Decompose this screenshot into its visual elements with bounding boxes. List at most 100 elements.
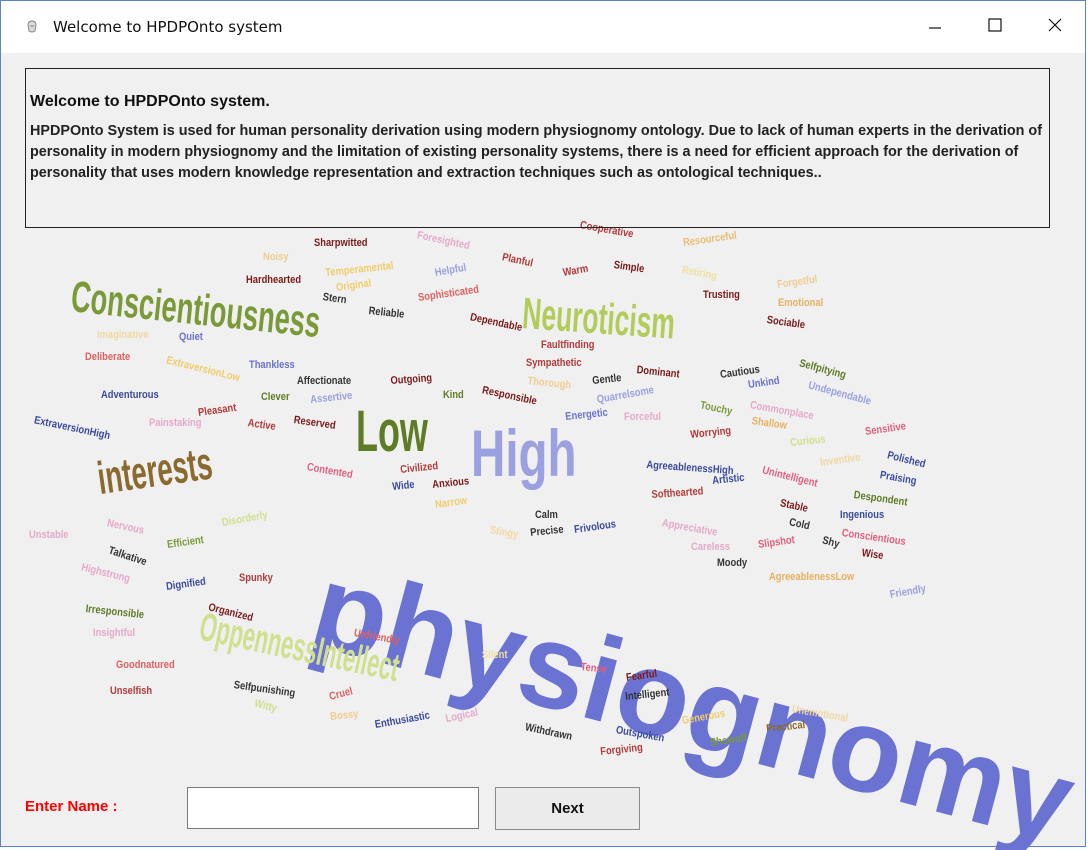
cloud-word: Temperamental — [324, 259, 395, 279]
cloud-word: Stable — [779, 497, 809, 515]
cloud-word: Wide — [391, 478, 416, 493]
cloud-word: Unemotional — [791, 703, 849, 725]
cloud-word: Frivolous — [573, 518, 617, 536]
cloud-word: Efficient — [166, 533, 205, 551]
cloud-word: Adventurous — [101, 389, 159, 401]
cloud-word: Fearful — [625, 667, 658, 684]
title-bar[interactable]: Welcome to HPDPOnto system — [1, 1, 1085, 53]
cloud-word: Unselfish — [110, 685, 153, 697]
cloud-word: Unkind — [747, 374, 781, 391]
cloud-word: Curious — [789, 433, 827, 449]
cloud-word: Shallow — [751, 415, 788, 432]
cloud-word: Hardhearted — [246, 274, 302, 286]
cloud-word: Despondent — [853, 489, 909, 509]
cloud-word: Stingy — [489, 524, 520, 541]
cloud-word: Outgoing — [390, 372, 433, 387]
cloud-word: Cruel — [327, 685, 355, 703]
cloud-word: Polished — [886, 449, 927, 471]
cloud-word: Noisy — [263, 251, 289, 263]
cloud-word: Warm — [561, 262, 590, 279]
cloud-word: Slipshot — [757, 533, 796, 551]
cloud-word: Generous — [680, 707, 726, 727]
cloud-word: Sympathetic — [526, 357, 582, 369]
cloud-word: Imaginative — [97, 329, 149, 341]
minimize-button[interactable] — [905, 1, 965, 53]
cloud-word: Narrow — [434, 494, 468, 511]
cloud-word: Thorough — [527, 375, 572, 392]
cloud-word: Neuroticism — [520, 289, 677, 349]
cloud-word: Undependable — [807, 379, 873, 408]
java-app-icon — [23, 18, 41, 36]
cloud-word: Worrying — [689, 424, 732, 441]
cloud-word: Conscientiousness — [68, 272, 323, 348]
cloud-word: Inventive — [819, 451, 862, 469]
cloud-word: Calm — [535, 509, 558, 521]
cloud-word: Conscientious — [841, 527, 907, 548]
cloud-word: Active — [247, 417, 277, 433]
cloud-word: Cold — [788, 516, 811, 533]
cloud-word: Deliberate — [85, 351, 131, 363]
cloud-word: Logical — [444, 706, 480, 725]
cloud-word: Highstrung — [80, 561, 132, 586]
cloud-word: Forceful — [624, 411, 661, 423]
cloud-word: ExtraversionLow — [165, 354, 242, 385]
cloud-word: Dignified — [165, 575, 207, 593]
cloud-word: Trusting — [703, 289, 740, 301]
cloud-word: Enthusiastic — [373, 709, 431, 731]
cloud-word: Contented — [306, 461, 354, 482]
cloud-word: Clever — [261, 391, 290, 403]
cloud-word: Spunky — [239, 572, 273, 584]
cloud-word: Selfpitying — [798, 357, 848, 382]
main-window: Welcome to HPDPOnto system Welcome to HP… — [0, 0, 1087, 850]
cloud-word: Intelligent — [624, 686, 670, 703]
cloud-word: Civilized — [399, 460, 439, 476]
minimize-icon — [928, 18, 942, 37]
cloud-word: Dependable — [469, 311, 524, 335]
cloud-word: Praising — [879, 469, 918, 488]
cloud-word: Precise — [529, 523, 565, 539]
cloud-word: Touchy — [699, 399, 734, 418]
cloud-word: Quiet — [179, 331, 203, 343]
cloud-word: Emotional — [778, 297, 824, 309]
cloud-word: Retiring — [681, 264, 718, 283]
cloud-word: Low — [356, 399, 428, 464]
cloud-word: Sharpwitted — [314, 237, 368, 249]
cloud-word: Helpful — [433, 261, 468, 279]
cloud-word: Simple — [613, 259, 646, 276]
cloud-word: Affectionate — [297, 375, 352, 387]
cloud-word: Organized — [207, 601, 255, 625]
cloud-word: Unintelligent — [761, 464, 819, 490]
cloud-word: Responsible — [481, 384, 538, 408]
close-button[interactable] — [1025, 1, 1085, 53]
cloud-word: ExtraversionHigh — [33, 414, 112, 443]
cloud-word: Wise — [861, 547, 885, 563]
cloud-word: Softhearted — [651, 485, 704, 501]
cloud-word: Ingenious — [840, 509, 885, 521]
cloud-word: Resourceful — [682, 229, 738, 249]
cloud-word: Bossy — [329, 708, 359, 723]
welcome-panel: Welcome to HPDPOnto system. HPDPOnto Sys… — [25, 68, 1050, 228]
cloud-word: Withdrawn — [524, 721, 574, 743]
cloud-word: Unstable — [29, 529, 69, 541]
welcome-heading: Welcome to HPDPOnto system. — [30, 93, 270, 110]
cloud-word: Quarrelsome — [595, 384, 655, 406]
maximize-icon — [988, 17, 1002, 37]
cloud-word: Moody — [717, 557, 748, 569]
cloud-word: Sophisticated — [417, 283, 480, 304]
cloud-word: Anxious — [431, 475, 470, 491]
cloud-word: Careless — [691, 541, 730, 553]
cloud-word: Sociable — [766, 314, 806, 332]
maximize-button[interactable] — [965, 1, 1025, 53]
cloud-word: Selfpunishing — [233, 679, 296, 700]
next-button[interactable]: Next — [495, 787, 640, 830]
cloud-word: Reserved — [293, 414, 337, 432]
cloud-word: Cautious — [719, 363, 761, 381]
name-input[interactable] — [187, 787, 479, 829]
cloud-word: Forgiving — [599, 741, 644, 758]
cloud-word: Appreciative — [661, 517, 719, 539]
cloud-word: interests — [94, 436, 216, 504]
cloud-word: AgreeablenessLow — [769, 571, 855, 583]
cloud-word: Original — [335, 277, 372, 294]
cloud-word: Friendly — [888, 582, 927, 601]
cloud-word: High — [471, 416, 577, 490]
